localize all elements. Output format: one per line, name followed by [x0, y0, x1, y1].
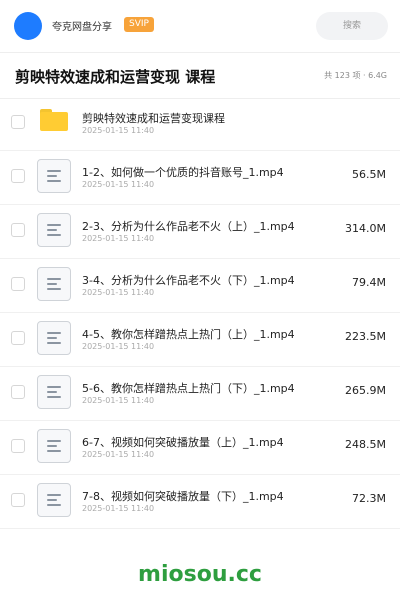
row-checkbox[interactable]: [11, 115, 25, 129]
file-row[interactable]: 1-2、如何做一个优质的抖音账号_1.mp4 2025-01-15 11:40 56…: [0, 150, 400, 205]
row-checkbox[interactable]: [11, 277, 25, 291]
file-name: 剪映特效速成和运营变现课程: [82, 112, 225, 125]
file-size: 56.5M: [352, 168, 386, 181]
document-icon: [37, 213, 71, 247]
file-date: 2025-01-15 11:40: [82, 180, 155, 189]
file-date: 2025-01-15 11:40: [82, 288, 155, 297]
folder-row[interactable]: 剪映特效速成和运营变现课程 2025-01-15 11:40: [0, 96, 400, 151]
document-icon: [37, 483, 71, 517]
document-icon: [37, 267, 71, 301]
row-checkbox[interactable]: [11, 439, 25, 453]
file-date: 2025-01-15 11:40: [82, 126, 155, 135]
file-row[interactable]: 4-5、教你怎样蹭热点上热门（上）_1.mp4 2025-01-15 11:40 2…: [0, 312, 400, 367]
file-date: 2025-01-15 11:40: [82, 450, 155, 459]
file-row[interactable]: 3-4、分析为什么作品老不火（下）_1.mp4 2025-01-15 11:40 7…: [0, 258, 400, 313]
file-name: 3-4、分析为什么作品老不火（下）_1.mp4: [82, 274, 295, 287]
item-summary: 共 123 项 · 6.4G: [324, 71, 387, 80]
folder-icon: [40, 109, 68, 131]
file-size: 223.5M: [345, 330, 386, 343]
file-size: 79.4M: [352, 276, 386, 289]
file-date: 2025-01-15 11:40: [82, 504, 155, 513]
row-checkbox[interactable]: [11, 223, 25, 237]
document-icon: [37, 375, 71, 409]
document-icon: [37, 429, 71, 463]
file-name: 5-6、教你怎样蹭热点上热门（下）_1.mp4: [82, 382, 295, 395]
file-date: 2025-01-15 11:40: [82, 396, 155, 405]
file-row[interactable]: 6-7、视频如何突破播放量（上）_1.mp4 2025-01-15 11:40 24…: [0, 420, 400, 475]
file-date: 2025-01-15 11:40: [82, 234, 155, 243]
folder-title-bar: 剪映特效速成和运营变现 课程 共 123 项 · 6.4G: [0, 52, 400, 99]
file-size: 265.9M: [345, 384, 386, 397]
file-row[interactable]: 5-6、教你怎样蹭热点上热门（下）_1.mp4 2025-01-15 11:40 2…: [0, 366, 400, 421]
row-checkbox[interactable]: [11, 493, 25, 507]
svip-badge: SVIP: [124, 17, 154, 32]
file-size: 248.5M: [345, 438, 386, 451]
file-name: 6-7、视频如何突破播放量（上）_1.mp4: [82, 436, 284, 449]
file-row[interactable]: 2-3、分析为什么作品老不火（上）_1.mp4 2025-01-15 11:40 3…: [0, 204, 400, 259]
page-title: 剪映特效速成和运营变现 课程: [15, 68, 216, 86]
top-bar: 夸克网盘分享 SVIP 搜索: [0, 0, 400, 53]
search-input[interactable]: 搜索: [316, 12, 388, 40]
row-checkbox[interactable]: [11, 385, 25, 399]
document-icon: [37, 159, 71, 193]
file-name: 2-3、分析为什么作品老不火（上）_1.mp4: [82, 220, 295, 233]
file-date: 2025-01-15 11:40: [82, 342, 155, 351]
document-icon: [37, 321, 71, 355]
file-name: 1-2、如何做一个优质的抖音账号_1.mp4: [82, 166, 284, 179]
avatar[interactable]: [14, 12, 42, 40]
file-size: 314.0M: [345, 222, 386, 235]
file-name: 4-5、教你怎样蹭热点上热门（上）_1.mp4: [82, 328, 295, 341]
file-size: 72.3M: [352, 492, 386, 505]
row-checkbox[interactable]: [11, 331, 25, 345]
share-owner-name: 夸克网盘分享: [52, 22, 112, 33]
file-name: 7-8、视频如何突破播放量（下）_1.mp4: [82, 490, 284, 503]
watermark-brand: miosou.cc: [138, 562, 262, 587]
file-row[interactable]: 7-8、视频如何突破播放量（下）_1.mp4 2025-01-15 11:40 72…: [0, 474, 400, 529]
row-checkbox[interactable]: [11, 169, 25, 183]
